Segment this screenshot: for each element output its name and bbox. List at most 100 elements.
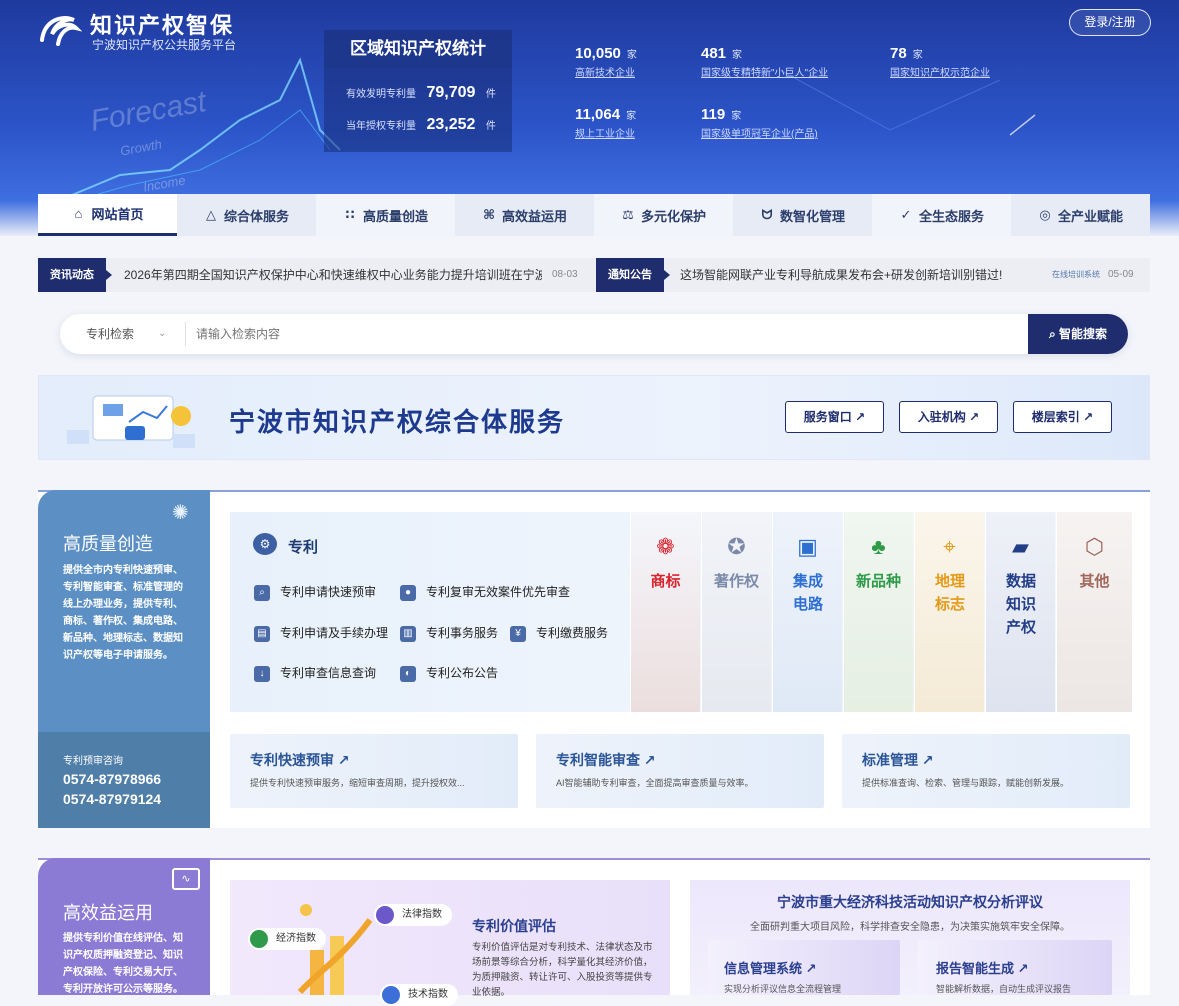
- service-label: 专利申请快速预审: [280, 585, 377, 599]
- award-icon: ❁: [656, 534, 675, 559]
- header-stat: 119 家 国家级单项冠军企业(产品): [701, 106, 818, 140]
- stat-unit: 件: [485, 121, 496, 132]
- banner-title: 宁波市知识产权综合体服务: [229, 407, 566, 437]
- nav-item-ecosystem[interactable]: ✓ 全生态服务: [872, 194, 1011, 236]
- grid-icon: ∷: [345, 207, 355, 222]
- ip-type-label: 数据知识产权: [1005, 573, 1036, 636]
- stat-label: 当年授权专利量: [346, 121, 416, 132]
- section-description: 提供全市内专利快速预审、专利智能审查、标准管理的线上办理业务，提供专利、商标、著…: [63, 565, 183, 661]
- header-stat: 11,064 家 规上工业企业: [575, 106, 636, 140]
- service-link[interactable]: ▥ 专利事务服务: [400, 624, 498, 642]
- institutions-button[interactable]: 入驻机构 ↗: [899, 401, 998, 433]
- command-icon: ⌘: [482, 207, 496, 222]
- service-banner: 宁波市知识产权综合体服务 服务窗口 ↗ 入驻机构 ↗ 楼层索引 ↗: [38, 375, 1150, 460]
- nav-label: 全产业赋能: [1057, 208, 1123, 224]
- header-stat-unit: 家: [731, 111, 742, 122]
- header-stat: 78 家 国家知识产权示范企业: [890, 45, 990, 79]
- header-stat-label[interactable]: 高新技术企业: [575, 64, 637, 79]
- card-title: 报告智能生成 ↗: [936, 961, 1029, 976]
- search-divider: [185, 322, 186, 346]
- stat-value: 23,252: [426, 116, 476, 133]
- nav-item-industry[interactable]: ◎ 全产业赋能: [1011, 194, 1150, 236]
- stat-row: 当年授权专利量 23,252 件: [346, 116, 496, 134]
- header-stat-label[interactable]: 国家知识产权示范企业: [890, 64, 990, 79]
- nav-label: 高效益运用: [501, 208, 567, 224]
- ip-type-label: 其他: [1079, 573, 1110, 590]
- service-link[interactable]: ▤ 专利申请及手续办理: [254, 624, 388, 642]
- chevron-down-icon[interactable]: ⌄: [158, 314, 166, 354]
- service-link[interactable]: ● 专利复审无效案件优先审查: [400, 583, 570, 601]
- ip-type-new-variety[interactable]: ♣ 新品种: [843, 512, 913, 712]
- header-stat-label[interactable]: 规上工业企业: [575, 125, 636, 140]
- ip-type-other[interactable]: ⬡ 其他: [1056, 512, 1132, 712]
- nav-item-management[interactable]: ᗢ 数智化管理: [733, 194, 872, 236]
- patent-valuation-panel[interactable]: 法律指数 经济指数 技术指数 专利价值评估 专利价值评估是对专利技术、法律状态及…: [230, 880, 670, 1006]
- search-icon: ⌕: [1048, 327, 1060, 341]
- card-description: 实现分析评议信息全流程管理: [724, 984, 842, 994]
- nav-item-home[interactable]: ⌂ 网站首页: [38, 194, 177, 236]
- ip-type-data-ip[interactable]: ▰ 数据知识产权: [985, 512, 1055, 712]
- service-link[interactable]: ↓ 专利审查信息查询: [254, 664, 376, 682]
- ip-type-label: 新品种: [855, 573, 901, 590]
- nav-item-high-benefit[interactable]: ⌘ 高效益运用: [455, 194, 594, 236]
- chart-monitor-icon: ∿: [172, 868, 200, 890]
- smart-review-card[interactable]: 专利智能审查 ↗ AI智能辅助专利审查，全面提高审查质量与效率。: [536, 734, 824, 808]
- header-stat-value: 481: [701, 45, 727, 62]
- header-stat: 481 家 国家级专精特新"小巨人"企业: [701, 45, 828, 79]
- floor-index-button[interactable]: 楼层索引 ↗: [1013, 401, 1112, 433]
- bulb-icon: ✺: [172, 502, 189, 524]
- service-link[interactable]: ⌕ 专利申请快速预审: [254, 583, 376, 601]
- search-type-select[interactable]: 专利检索: [86, 314, 134, 354]
- quick-review-card[interactable]: 专利快速预审 ↗ 提供专利快速预审服务，缩短审查周期，提升授权效...: [230, 734, 518, 808]
- ip-type-geo-indication[interactable]: ⌖ 地理标志: [914, 512, 984, 712]
- logo-icon[interactable]: [38, 10, 82, 48]
- service-window-button[interactable]: 服务窗口 ↗: [785, 401, 884, 433]
- data-chart-icon: ▰: [1012, 534, 1029, 559]
- header-stat-label[interactable]: 国家级单项冠军企业(产品): [701, 125, 818, 140]
- stats-title: 区域知识产权统计: [324, 30, 512, 68]
- payment-icon: ¥: [510, 625, 526, 642]
- plant-icon: ♣: [871, 534, 886, 559]
- ip-type-label: 集成电路: [792, 573, 823, 613]
- notice-tag[interactable]: 通知公告: [596, 258, 670, 292]
- search-input[interactable]: [196, 322, 1016, 346]
- download-icon: ↓: [254, 665, 270, 682]
- login-button[interactable]: 登录/注册: [1069, 9, 1151, 36]
- header-stat-unit: 家: [912, 50, 923, 61]
- ip-type-copyright[interactable]: ✪ 著作权: [701, 512, 771, 712]
- logo-subtitle: 宁波知识产权公共服务平台: [92, 38, 237, 52]
- notice-headline[interactable]: 这场智能网联产业专利导航成果发布会+研发创新培训别错过!: [680, 258, 1020, 292]
- service-link[interactable]: ¥ 专利缴费服务: [510, 624, 608, 642]
- header-stat: 10,050 家 高新技术企业: [575, 45, 637, 79]
- stat-value: 79,709: [426, 84, 476, 101]
- major-activity-panel: 宁波市重大经济科技活动知识产权分析评议 全面研判重大项目风险，科学排查安全隐患，…: [690, 880, 1130, 995]
- card-description: AI智能辅助专利审查，全面提高审查质量与效率。: [556, 778, 754, 788]
- header-stat-label[interactable]: 国家级专精特新"小巨人"企业: [701, 64, 828, 79]
- chip: 法律指数: [374, 904, 452, 926]
- nav-item-protection[interactable]: ⚖ 多元化保护: [594, 194, 733, 236]
- notice-date: 05-09: [1108, 269, 1134, 280]
- ip-type-ic-layout[interactable]: ▣ 集成电路: [772, 512, 842, 712]
- service-label: 专利复审无效案件优先审查: [426, 585, 571, 599]
- chip-icon: ▣: [797, 534, 818, 559]
- service-link[interactable]: ◐ 专利公布公告: [400, 664, 498, 682]
- nav-item-complex-service[interactable]: △ 综合体服务: [177, 194, 316, 236]
- contact-phone: 0574-87979124: [63, 791, 162, 807]
- card-title: 专利快速预审 ↗: [250, 752, 350, 768]
- map-pin-icon: ⌖: [943, 534, 956, 559]
- service-label: 专利事务服务: [426, 626, 499, 640]
- card-description: 智能解析数据，自动生成评议报告: [936, 984, 1072, 994]
- search-button[interactable]: ⌕ 智能搜索: [1028, 314, 1128, 354]
- announce-icon: ◐: [400, 665, 416, 682]
- ip-type-label: 商标: [650, 573, 681, 590]
- nav-item-high-quality[interactable]: ∷ 高质量创造: [316, 194, 455, 236]
- chip-label: 法律指数: [402, 909, 442, 920]
- info-system-card[interactable]: 信息管理系统 ↗ 实现分析评议信息全流程管理: [708, 940, 900, 995]
- standard-management-card[interactable]: 标准管理 ↗ 提供标准查询、检索、管理与跟踪，赋能创新发展。: [842, 734, 1130, 808]
- nav-label: 全生态服务: [918, 208, 984, 224]
- ip-type-trademark[interactable]: ❁ 商标: [630, 512, 700, 712]
- report-generation-card[interactable]: 报告智能生成 ↗ 智能解析数据，自动生成评议报告: [918, 940, 1112, 995]
- news-tag[interactable]: 资讯动态: [38, 258, 112, 292]
- news-headline[interactable]: 2026年第四期全国知识产权保护中心和快速维权中心业务能力提升培训班在宁波...: [124, 258, 542, 292]
- card-title: 信息管理系统 ↗: [724, 961, 817, 976]
